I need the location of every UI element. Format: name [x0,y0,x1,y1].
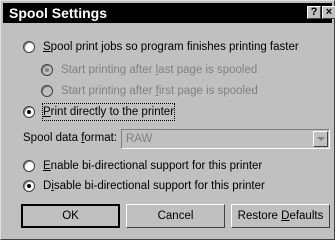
radio-selected-dot [45,68,49,72]
ok-button[interactable]: OK [21,204,120,228]
help-button[interactable]: ? [307,6,321,19]
radio-circle-icon [41,85,53,97]
radio-label: Start printing after first page is spool… [61,85,258,97]
spool-settings-dialog: Spool Settings ? × Spool print jobs so p… [0,0,335,240]
dialog-title: Spool Settings [9,5,107,21]
radio-circle-icon [23,180,35,192]
spool-data-format-value: RAW [126,133,153,145]
cancel-button[interactable]: Cancel [126,204,225,228]
radio-label: Start printing after last page is spoole… [61,64,258,76]
radio-selected-dot [27,110,31,114]
spool-data-format-select[interactable]: RAW [121,129,330,149]
radio-label: Enable bi-directional support for this p… [43,160,263,172]
radio-circle-icon [23,106,35,118]
radio-circle-icon [23,160,35,172]
radio-circle-icon [41,64,53,76]
spool-data-format-label: Spool data format: [23,132,117,144]
radio-label: Spool print jobs so program finishes pri… [43,41,299,53]
radio-circle-icon [23,41,35,53]
radio-label: Print directly to the printer [41,103,176,121]
dropdown-button[interactable] [313,131,328,147]
chevron-down-icon [317,137,325,141]
radio-selected-dot [27,184,31,188]
restore-defaults-button[interactable]: Restore Defaults [231,204,330,228]
close-icon: × [325,6,333,18]
help-icon: ? [310,6,318,18]
title-bar: Spool Settings ? × [3,3,335,23]
radio-label: Disable bi-directional support for this … [43,180,265,192]
close-button[interactable]: × [322,6,335,19]
